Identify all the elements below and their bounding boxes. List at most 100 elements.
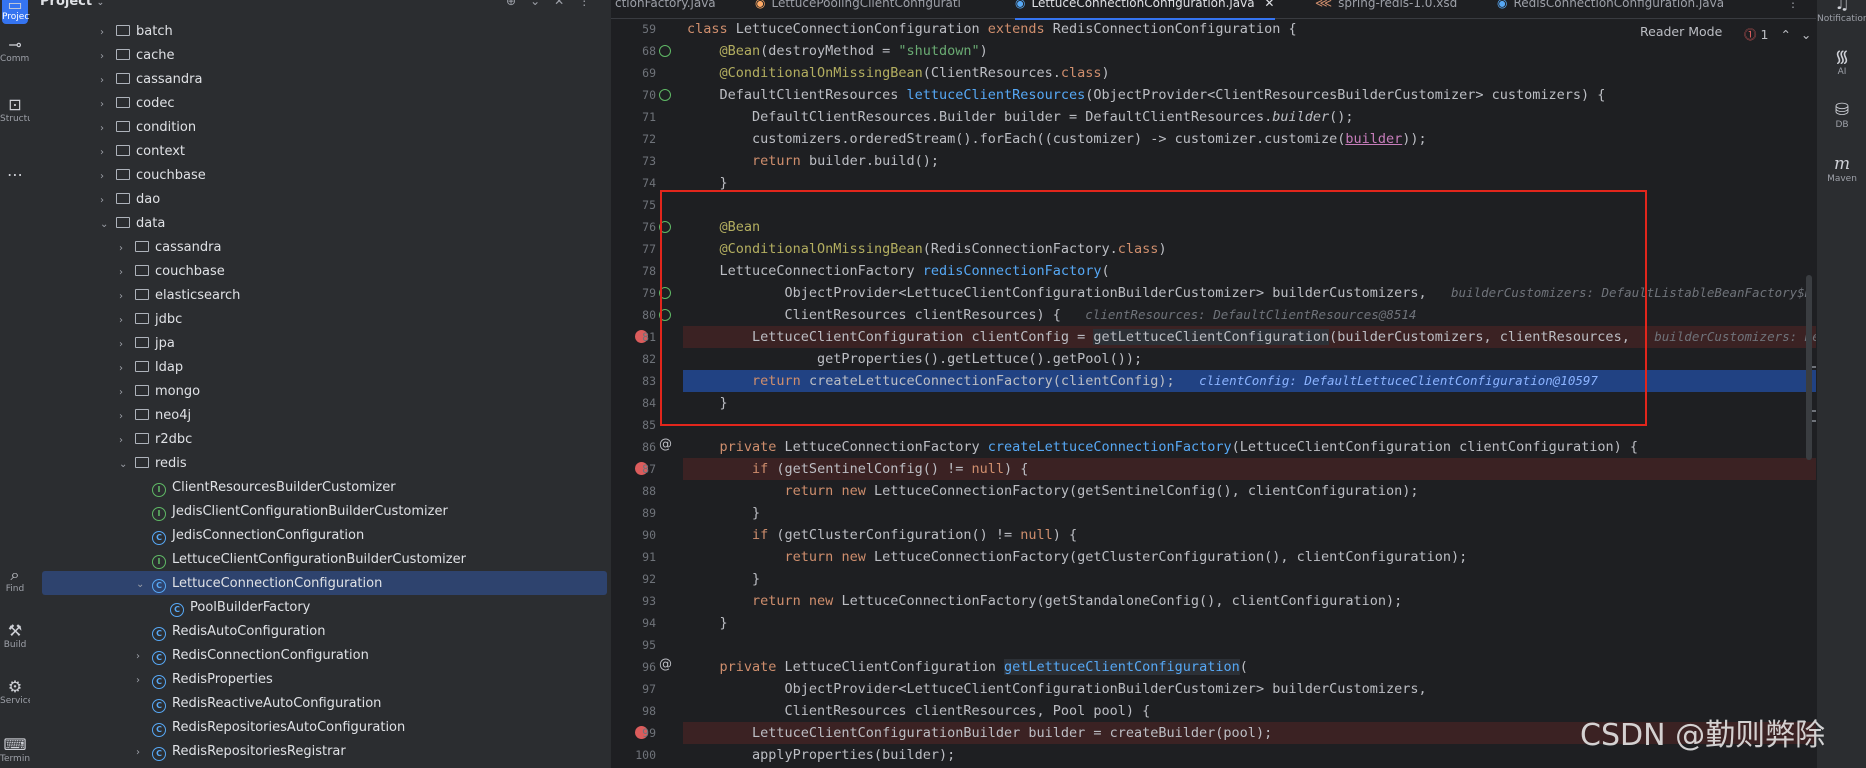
tree-item-cassandra[interactable]: › cassandra <box>119 236 221 260</box>
tool-project-button[interactable]: ▭ Project <box>2 0 33 24</box>
tool-maven-button[interactable]: m Maven <box>1817 154 1866 184</box>
tree-item-redisautoconfiguration[interactable]: C RedisAutoConfiguration <box>136 620 325 644</box>
chevron-right-icon[interactable]: › <box>119 381 135 405</box>
tree-item-jpa[interactable]: › jpa <box>119 332 175 356</box>
tree-item-neo4j[interactable]: › neo4j <box>119 404 191 428</box>
code-line[interactable]: class LettuceConnectionConfiguration ext… <box>687 18 1297 40</box>
code-line[interactable]: @ConditionalOnMissingBean(ClientResource… <box>687 62 1110 84</box>
chevron-right-icon[interactable]: › <box>136 645 152 669</box>
tree-item-data[interactable]: ⌄ data <box>100 212 165 236</box>
tool-ai-button[interactable]: ᯾ AI <box>1817 44 1866 77</box>
tree-item-lettuceclientconfigurationbuildercustomizer[interactable]: I LettuceClientConfigurationBuilderCustom… <box>136 548 466 572</box>
tab-lettuce-pooling-client-configuration[interactable]: ◉LettucePoolingClientConfiguration.java <box>755 0 961 18</box>
tool-db-button[interactable]: ⛁ DB <box>1817 100 1866 130</box>
code-line[interactable]: @Bean(destroyMethod = "shutdown") <box>687 40 988 62</box>
chevron-right-icon[interactable]: › <box>119 285 135 309</box>
code-line[interactable]: ObjectProvider<LettuceClientConfiguratio… <box>687 678 1427 700</box>
chevron-right-icon[interactable]: › <box>119 309 135 333</box>
chevron-down-icon[interactable]: ⌄ <box>136 573 152 597</box>
code-line[interactable]: LettuceClientConfigurationBuilder builde… <box>687 722 1272 744</box>
code-line[interactable]: return new LettuceConnectionFactory(getC… <box>687 546 1468 568</box>
tree-item-redis[interactable]: ⌄ redis <box>119 452 187 476</box>
tool-more-button[interactable]: ⋯ <box>0 166 30 184</box>
tree-item-r2dbc[interactable]: › r2dbc <box>119 428 192 452</box>
code-line[interactable]: private LettuceConnectionFactory createL… <box>687 436 1638 458</box>
tree-item-ldap[interactable]: › ldap <box>119 356 183 380</box>
editor-scrollbar[interactable] <box>1806 275 1812 460</box>
code-line[interactable]: if (getClusterConfiguration() != null) { <box>687 524 1077 546</box>
code-line[interactable]: if (getSentinelConfig() != null) { <box>687 458 1028 480</box>
chevron-down-icon[interactable]: ⌄ <box>100 213 116 237</box>
tree-item-redisreactiveautoconfiguration[interactable]: C RedisReactiveAutoConfiguration <box>136 692 381 716</box>
code-line[interactable]: DefaultClientResources.Builder builder =… <box>687 106 1353 128</box>
bean-gutter-icon[interactable] <box>659 89 671 101</box>
tree-item-jdbc[interactable]: › jdbc <box>119 308 182 332</box>
reader-mode-button[interactable]: Reader Mode <box>1640 24 1722 39</box>
usages-gutter-icon[interactable]: @ <box>659 437 672 452</box>
tool-commit-button[interactable]: ⊸ Commit <box>0 36 35 65</box>
tool-terminal-button[interactable]: ⌨ Terminal <box>0 736 38 765</box>
tool-services-button[interactable]: ⚙ Services <box>0 678 38 707</box>
tool-find-button[interactable]: ⌕ Find <box>0 566 30 595</box>
code-line[interactable]: return builder.build(); <box>687 150 939 172</box>
tree-item-redisrepositoriesautoconfiguration[interactable]: C RedisRepositoriesAutoConfiguration <box>136 716 405 740</box>
tree-item-cache[interactable]: › cache <box>100 44 175 68</box>
chevron-right-icon[interactable]: › <box>119 357 135 381</box>
tree-item-batch[interactable]: › batch <box>100 20 173 44</box>
chevron-right-icon[interactable]: › <box>136 741 152 765</box>
code-line[interactable]: return new LettuceConnectionFactory(getS… <box>687 590 1402 612</box>
tab-connection-factory[interactable]: ctionFactory.java <box>615 0 727 18</box>
tree-item-redisconnectionconfiguration[interactable]: › C RedisConnectionConfiguration <box>136 644 369 668</box>
collapse-icon[interactable]: ⌄ <box>530 0 554 8</box>
tree-item-condition[interactable]: › condition <box>100 116 196 140</box>
inspection-widget[interactable]: ⓵ 1 ⌃ ⌄ <box>1744 24 1811 43</box>
tree-item-couchbase[interactable]: › couchbase <box>119 260 225 284</box>
chevron-right-icon[interactable]: › <box>100 93 116 117</box>
code-line[interactable]: } <box>687 612 728 634</box>
options-icon[interactable]: ⋮ <box>578 0 604 8</box>
tree-item-jedisconnectionconfiguration[interactable]: C JedisConnectionConfiguration <box>136 524 364 548</box>
chevron-right-icon[interactable]: › <box>119 333 135 357</box>
tree-item-cassandra[interactable]: › cassandra <box>100 68 202 92</box>
chevron-right-icon[interactable]: › <box>100 69 116 93</box>
tree-item-poolbuilderfactory[interactable]: C PoolBuilderFactory <box>154 596 310 620</box>
tree-item-jedisclientconfigurationbuildercustomizer[interactable]: I JedisClientConfigurationBuilderCustomiz… <box>136 500 448 524</box>
tab-lettuce-connection-configuration[interactable]: ◉ LettuceConnectionConfiguration.java ✕ <box>1015 0 1275 20</box>
tool-structure-button[interactable]: ⊡ Structure <box>0 96 42 125</box>
code-line[interactable]: DefaultClientResources lettuceClientReso… <box>687 84 1606 106</box>
code-line[interactable]: applyProperties(builder); <box>687 744 955 766</box>
usages-gutter-icon[interactable]: @ <box>659 657 672 672</box>
chevron-right-icon[interactable]: › <box>119 261 135 285</box>
tree-item-redisproperties[interactable]: › C RedisProperties <box>136 668 273 692</box>
tree-item-codec[interactable]: › codec <box>100 92 175 116</box>
chevron-right-icon[interactable]: › <box>100 189 116 213</box>
chevron-right-icon[interactable]: › <box>100 45 116 69</box>
tree-item-clientresourcesbuildercustomizer[interactable]: I ClientResourcesBuilderCustomizer <box>136 476 396 500</box>
locate-icon[interactable]: ⊕ <box>506 0 530 8</box>
tree-item-context[interactable]: › context <box>100 140 185 164</box>
code-line[interactable]: return new LettuceConnectionFactory(getS… <box>687 480 1419 502</box>
tab-spring-redis-xsd[interactable]: ⋘ spring-redis-1.0.xsd <box>1315 0 1475 18</box>
chevron-right-icon[interactable]: › <box>136 669 152 693</box>
project-panel-title[interactable]: Project ⌄ <box>40 0 104 9</box>
chevron-right-icon[interactable]: › <box>100 141 116 165</box>
tool-build-button[interactable]: ⚒ Build <box>0 622 30 651</box>
close-icon[interactable]: ✕ <box>554 0 578 8</box>
tree-item-couchbase[interactable]: › couchbase <box>100 164 206 188</box>
code-line[interactable]: ClientResources clientResources, Pool po… <box>687 700 1151 722</box>
tree-item-redisrepositoriesregistrar[interactable]: › C RedisRepositoriesRegistrar <box>136 740 346 764</box>
bean-gutter-icon[interactable] <box>659 45 671 57</box>
chevron-right-icon[interactable]: › <box>100 117 116 141</box>
tab-redis-connection-configuration[interactable]: ◉ RedisConnectionConfiguration.java <box>1497 0 1747 18</box>
code-line[interactable]: customizers.orderedStream().forEach((cus… <box>687 128 1427 150</box>
tree-item-lettuceconnectionconfiguration[interactable]: ⌄ C LettuceConnectionConfiguration <box>136 572 382 596</box>
tool-notifications-button[interactable]: ♫Notifications <box>1817 0 1866 24</box>
chevron-right-icon[interactable]: › <box>100 165 116 189</box>
code-line[interactable]: private LettuceClientConfiguration getLe… <box>687 656 1248 678</box>
chevron-right-icon[interactable]: › <box>119 237 135 261</box>
tree-item-elasticsearch[interactable]: › elasticsearch <box>119 284 240 308</box>
close-tab-icon[interactable]: ✕ <box>1264 0 1274 10</box>
chevron-right-icon[interactable]: › <box>100 21 116 45</box>
chevron-right-icon[interactable]: › <box>119 429 135 453</box>
tabs-more-button[interactable]: ⋮ <box>1787 0 1807 18</box>
